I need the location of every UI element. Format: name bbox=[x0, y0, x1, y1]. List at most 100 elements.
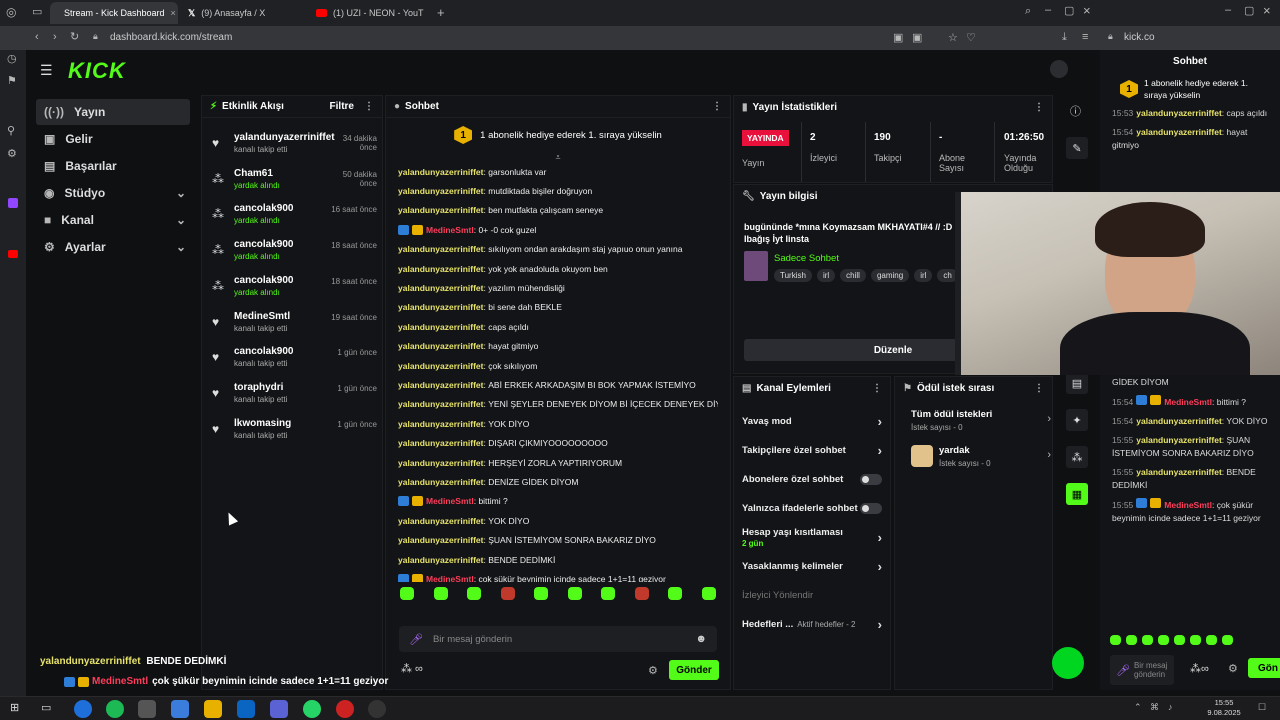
clapper-icon[interactable]: ▦ bbox=[1066, 483, 1088, 505]
youtube-icon[interactable] bbox=[8, 250, 18, 258]
twitch-icon[interactable] bbox=[8, 198, 18, 208]
chat-message[interactable]: yalandunyazerriniffet: bi sene dah BEKLE bbox=[398, 298, 718, 317]
points-indicator[interactable]: ⁂ ∞ bbox=[401, 662, 423, 676]
emote-icon[interactable] bbox=[1110, 635, 1121, 645]
kick-icon[interactable]: ⚲ bbox=[7, 124, 15, 137]
chat-username[interactable]: yalandunyazerriniffet bbox=[1136, 416, 1222, 426]
emote-icon[interactable] bbox=[433, 586, 448, 600]
chat-message[interactable]: yalandunyazerriniffet: yok yok anadoluda… bbox=[398, 259, 718, 278]
chat-message[interactable]: yalandunyazerriniffet: YENİ ŞEYLER DENEY… bbox=[398, 395, 718, 414]
tab-kick-dashboard[interactable]: Stream - Kick Dashboard × bbox=[50, 2, 178, 24]
close-icon[interactable]: × bbox=[171, 8, 176, 18]
close-window-icon[interactable]: × bbox=[1263, 3, 1271, 18]
sidebar-item-ayarlar[interactable]: ⚙ Ayarlar ⌄ bbox=[36, 234, 190, 260]
chat-username[interactable]: yalandunyazerriniffet bbox=[1136, 435, 1222, 445]
chat-message[interactable]: yalandunyazerriniffet: garsonlukta var bbox=[398, 162, 718, 181]
chat-username[interactable]: yalandunyazerriniffet bbox=[1136, 127, 1222, 137]
url-text[interactable]: kick.co bbox=[1124, 32, 1155, 43]
chat-message[interactable]: 15:55 yalandunyazerriniffet: BENDE DEDİMK… bbox=[1112, 466, 1268, 492]
spotify-icon[interactable] bbox=[106, 700, 124, 718]
chat-username[interactable]: MedineSmtl bbox=[1164, 397, 1212, 407]
notification-icon[interactable]: ☐ bbox=[1258, 702, 1266, 713]
emote-icon[interactable] bbox=[1190, 635, 1201, 645]
emote-icon[interactable] bbox=[500, 586, 515, 600]
opera-icon[interactable] bbox=[336, 700, 354, 718]
emote-icon[interactable] bbox=[400, 586, 414, 600]
settings-icon[interactable]: ⚙ bbox=[1228, 662, 1238, 675]
volume-icon[interactable]: ♪ bbox=[1168, 702, 1173, 712]
chat-message[interactable]: yalandunyazerriniffet: BENDE DEDİMKİ bbox=[398, 550, 718, 569]
chat-message[interactable]: yalandunyazerriniffet: hayat gitmiyo bbox=[398, 337, 718, 356]
chat-username[interactable]: MedineSmtl bbox=[426, 225, 474, 235]
chat-message[interactable]: 15:54 yalandunyazerriniffet: hayat gitmiy… bbox=[1112, 126, 1268, 152]
event-item[interactable]: ⁂ cancolak900 yardak alındı 18 saat önce bbox=[212, 275, 377, 297]
chat-username[interactable]: yalandunyazerriniffet bbox=[398, 244, 484, 254]
event-item[interactable]: ♥ lkwomasing kanalı takip etti 1 gün önce bbox=[212, 418, 377, 440]
chat-username[interactable]: yalandunyazerriniffet bbox=[398, 535, 484, 545]
settings-icon[interactable]: ⚙ bbox=[648, 664, 658, 677]
channel-action-item[interactable]: Hedefleri ... Aktif hedefler - 2 › bbox=[734, 610, 890, 639]
extension-icon[interactable]: ▣ bbox=[912, 31, 922, 44]
chat-username[interactable]: yalandunyazerriniffet bbox=[398, 264, 484, 274]
emote-icon[interactable] bbox=[601, 586, 616, 600]
chat-username[interactable]: MedineSmtl bbox=[1164, 500, 1212, 510]
panel-icon[interactable]: ▤ bbox=[1066, 372, 1088, 394]
chat-username[interactable]: yalandunyazerriniffet bbox=[398, 399, 484, 409]
maximize-icon[interactable]: ▢ bbox=[1244, 4, 1254, 17]
minimize-icon[interactable]: – bbox=[1045, 4, 1051, 16]
reward-yardak[interactable]: yardak İstek sayısı - 0 › bbox=[939, 445, 1051, 468]
more-icon[interactable]: ⋮ bbox=[1034, 383, 1044, 394]
chat-username[interactable]: yalandunyazerriniffet bbox=[398, 167, 484, 177]
extension-icon[interactable]: ▣ bbox=[893, 31, 903, 44]
heart-icon[interactable]: ♡ bbox=[966, 31, 976, 44]
emote-icon[interactable] bbox=[701, 586, 716, 600]
chat-message[interactable]: yalandunyazerriniffet: ben mutfakta çalı… bbox=[398, 201, 718, 220]
chat-username[interactable]: yalandunyazerriniffet bbox=[398, 555, 484, 565]
chat-message[interactable]: 15:55 MedineSmtl: çok şükür beynimin icin… bbox=[1112, 498, 1268, 525]
emoji-icon[interactable]: ☻ bbox=[695, 633, 707, 645]
search-icon[interactable]: ⌕ bbox=[1025, 5, 1031, 18]
pinned-banner[interactable]: 1 1 abonelik hediye ederek 1. sıraya yük… bbox=[1100, 77, 1280, 101]
chat-message[interactable]: yalandunyazerriniffet: caps açıldı bbox=[398, 317, 718, 336]
sidebar-item-basarilar[interactable]: ▤ Başarılar bbox=[36, 153, 190, 179]
channel-action-item[interactable]: Hesap yaşı kısıtlaması 2 gün › bbox=[734, 523, 890, 552]
chat-message[interactable]: MedineSmtl: çok şükür beynimin icinde sa… bbox=[398, 569, 718, 582]
chat-message[interactable]: yalandunyazerriniffet: HERŞEYİ ZORLA YAP… bbox=[398, 453, 718, 472]
emote-icon[interactable] bbox=[1158, 635, 1169, 645]
channel-action-item[interactable]: Yavaş mod › bbox=[734, 407, 890, 436]
chat-username[interactable]: yalandunyazerriniffet bbox=[398, 302, 484, 312]
chat-username[interactable]: yalandunyazerriniffet bbox=[398, 205, 484, 215]
more-icon[interactable]: ⋮ bbox=[364, 101, 374, 112]
channel-action-item[interactable]: Yasaklanmış kelimeler › bbox=[734, 552, 890, 581]
windows-start-icon[interactable]: ⊞ bbox=[10, 701, 19, 714]
sidebar-item-kanal[interactable]: ■ Kanal ⌄ bbox=[36, 207, 190, 233]
chat-username[interactable]: yalandunyazerriniffet bbox=[398, 516, 484, 526]
points-icon[interactable]: ⁂∞ bbox=[1190, 662, 1209, 675]
tab-actions-icon[interactable]: ▭ bbox=[32, 5, 42, 18]
info-icon[interactable]: ⓘ bbox=[1070, 103, 1081, 119]
chat-message[interactable]: yalandunyazerriniffet: ABİ ERKEK ARKADAŞ… bbox=[398, 375, 718, 394]
url-text[interactable]: dashboard.kick.com/stream bbox=[110, 32, 232, 43]
tab-youtube[interactable]: (1) UZI - NEON - YouT bbox=[308, 2, 434, 24]
browser-menu-icon[interactable]: ◎ bbox=[6, 5, 16, 19]
vscode-icon[interactable] bbox=[171, 700, 189, 718]
task-view-icon[interactable]: ▭ bbox=[41, 701, 51, 714]
channel-action-item[interactable]: Yalnızca ifadelerle sohbet bbox=[734, 494, 890, 523]
wrench-icon[interactable]: ✦ bbox=[1066, 409, 1088, 431]
chat-username[interactable]: yalandunyazerriniffet bbox=[398, 322, 484, 332]
reload-icon[interactable]: ↻ bbox=[70, 30, 79, 43]
chat-username[interactable]: yalandunyazerriniffet bbox=[1136, 108, 1222, 118]
emote-icon[interactable] bbox=[1174, 635, 1185, 645]
emote-icon[interactable] bbox=[1206, 635, 1217, 645]
history-icon[interactable]: ◷ bbox=[7, 52, 17, 65]
new-tab-icon[interactable]: + bbox=[437, 5, 445, 20]
hamburger-icon[interactable]: ☰ bbox=[40, 62, 53, 79]
calculator-icon[interactable] bbox=[138, 700, 156, 718]
chat-message[interactable]: yalandunyazerriniffet: ŞUAN İSTEMİYOM SO… bbox=[398, 530, 718, 549]
chat-message[interactable]: MedineSmtl: bittimi ? bbox=[398, 492, 718, 511]
filter-button[interactable]: Filtre bbox=[330, 101, 354, 112]
emote-icon[interactable] bbox=[567, 586, 582, 600]
event-item[interactable]: ♥ yalandunyazerriniffet kanalı takip etti 3… bbox=[212, 132, 377, 154]
chat-message[interactable]: yalandunyazerriniffet: mutdiktada bişile… bbox=[398, 181, 718, 200]
bookmark-icon[interactable]: ☆ bbox=[948, 31, 958, 44]
